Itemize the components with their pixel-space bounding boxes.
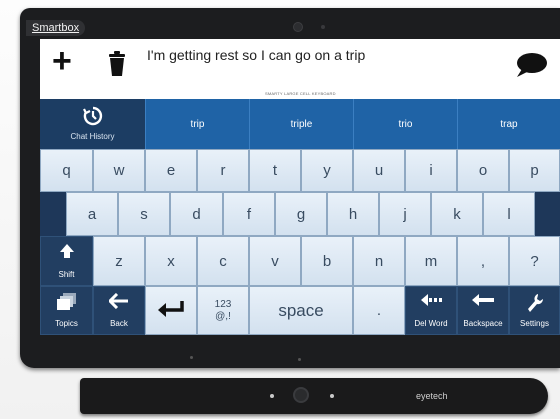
settings-label: Settings xyxy=(520,319,549,328)
key-r[interactable]: r xyxy=(197,149,249,192)
key-v[interactable]: v xyxy=(249,236,301,286)
message-text: I'm getting rest so I can go on a trip xyxy=(147,47,366,63)
keyboard-caption: SMARTY LARGE CELL KEYBOARD xyxy=(265,91,336,96)
key-c[interactable]: c xyxy=(197,236,249,286)
back-button[interactable]: Back xyxy=(93,286,145,335)
key-g[interactable]: g xyxy=(275,192,327,236)
key-w[interactable]: w xyxy=(93,149,145,192)
key-m[interactable]: m xyxy=(405,236,457,286)
topics-button[interactable]: Topics xyxy=(40,286,93,335)
settings-button[interactable]: Settings xyxy=(509,286,560,335)
plus-icon[interactable]: + xyxy=(52,44,72,78)
shift-label: Shift xyxy=(58,270,75,279)
prediction-2[interactable]: triple xyxy=(249,99,353,149)
numbers-label-bottom: @,! xyxy=(215,310,231,322)
key-q[interactable]: q xyxy=(40,149,93,192)
history-icon xyxy=(83,106,103,131)
chat-history-label: Chat History xyxy=(70,132,115,141)
app-screen: + I'm getting rest so I can go on a trip… xyxy=(40,39,560,335)
bezel-dot xyxy=(298,358,301,361)
key-z[interactable]: z xyxy=(93,236,145,286)
prediction-4[interactable]: trap xyxy=(457,99,560,149)
back-label: Back xyxy=(110,319,128,328)
message-bar[interactable]: + I'm getting rest so I can go on a trip… xyxy=(40,39,560,99)
wrench-icon xyxy=(510,293,559,313)
topics-icon xyxy=(41,293,92,311)
trash-icon[interactable] xyxy=(107,51,127,82)
shift-button[interactable]: Shift xyxy=(40,236,93,286)
key-l[interactable]: l xyxy=(483,192,535,236)
key-question[interactable]: ? xyxy=(509,236,560,286)
backspace-button[interactable]: Backspace xyxy=(457,286,509,335)
key-t[interactable]: t xyxy=(249,149,301,192)
enter-icon xyxy=(157,300,185,322)
key-k[interactable]: k xyxy=(431,192,483,236)
bezel-dot xyxy=(190,356,193,359)
brand-badge: Smartbox xyxy=(26,20,86,36)
prediction-row: Chat History trip triple trio trap xyxy=(40,99,560,149)
topics-label: Topics xyxy=(55,319,78,328)
key-e[interactable]: e xyxy=(145,149,197,192)
key-h[interactable]: h xyxy=(327,192,379,236)
device-photo: Smartbox + I'm getting rest so I can go … xyxy=(0,0,560,419)
led-dot xyxy=(330,394,334,398)
sensor-icon xyxy=(321,25,325,29)
key-d[interactable]: d xyxy=(170,192,223,236)
key-b[interactable]: b xyxy=(301,236,353,286)
led-dot xyxy=(270,394,274,398)
key-j[interactable]: j xyxy=(379,192,431,236)
key-n[interactable]: n xyxy=(353,236,405,286)
key-i[interactable]: i xyxy=(405,149,457,192)
chat-history-button[interactable]: Chat History xyxy=(40,99,145,149)
del-word-button[interactable]: Del Word xyxy=(405,286,457,335)
brand-label: Smartbox xyxy=(32,22,80,34)
eye-tracker-camera-icon xyxy=(293,387,309,403)
space-key[interactable]: space xyxy=(249,286,353,335)
backspace-label: Backspace xyxy=(463,319,503,328)
numbers-key[interactable]: 123 @,! xyxy=(197,286,249,335)
speech-bubble-icon[interactable] xyxy=(514,52,548,83)
key-s[interactable]: s xyxy=(118,192,170,236)
key-p[interactable]: p xyxy=(509,149,560,192)
numbers-label-top: 123 xyxy=(214,299,232,310)
period-key[interactable]: . xyxy=(353,286,405,335)
arrow-left-icon xyxy=(94,293,144,309)
del-word-label: Del Word xyxy=(414,319,448,328)
key-y[interactable]: y xyxy=(301,149,353,192)
delete-word-icon xyxy=(406,293,456,307)
key-f[interactable]: f xyxy=(223,192,275,236)
eye-tracker-bar: eyetech xyxy=(80,378,548,414)
eyetech-logo: eyetech xyxy=(416,391,448,401)
key-comma[interactable]: , xyxy=(457,236,509,286)
key-a[interactable]: a xyxy=(66,192,118,236)
arrow-up-icon xyxy=(41,243,92,259)
prediction-1[interactable]: trip xyxy=(145,99,249,149)
backspace-icon xyxy=(458,293,508,307)
key-x[interactable]: x xyxy=(145,236,197,286)
enter-key[interactable] xyxy=(145,286,197,335)
prediction-3[interactable]: trio xyxy=(353,99,457,149)
front-camera-icon xyxy=(293,22,303,32)
key-o[interactable]: o xyxy=(457,149,509,192)
key-u[interactable]: u xyxy=(353,149,405,192)
